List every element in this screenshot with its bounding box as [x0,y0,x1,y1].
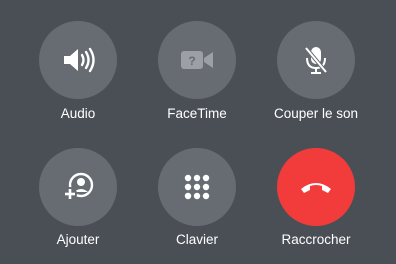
facetime-button[interactable]: ? [158,21,236,99]
keypad-button[interactable] [158,148,236,226]
add-call-button[interactable] [39,148,117,226]
add-call-icon [58,167,98,207]
end-call-label: Raccrocher [281,232,351,247]
end-call-icon [296,167,336,207]
svg-text:?: ? [188,54,195,68]
add-call-label: Ajouter [56,232,100,247]
mute-microphone-icon [296,40,336,80]
mute-label: Couper le son [273,106,359,121]
facetime-label: FaceTime [167,106,227,121]
audio-button[interactable] [39,21,117,99]
end-call-button[interactable] [277,148,355,226]
facetime-icon: ? [177,40,217,80]
mute-button[interactable] [277,21,355,99]
keypad-label: Clavier [175,232,218,247]
audio-label: Audio [60,106,96,121]
keypad-icon [177,167,217,207]
speaker-icon [58,40,98,80]
